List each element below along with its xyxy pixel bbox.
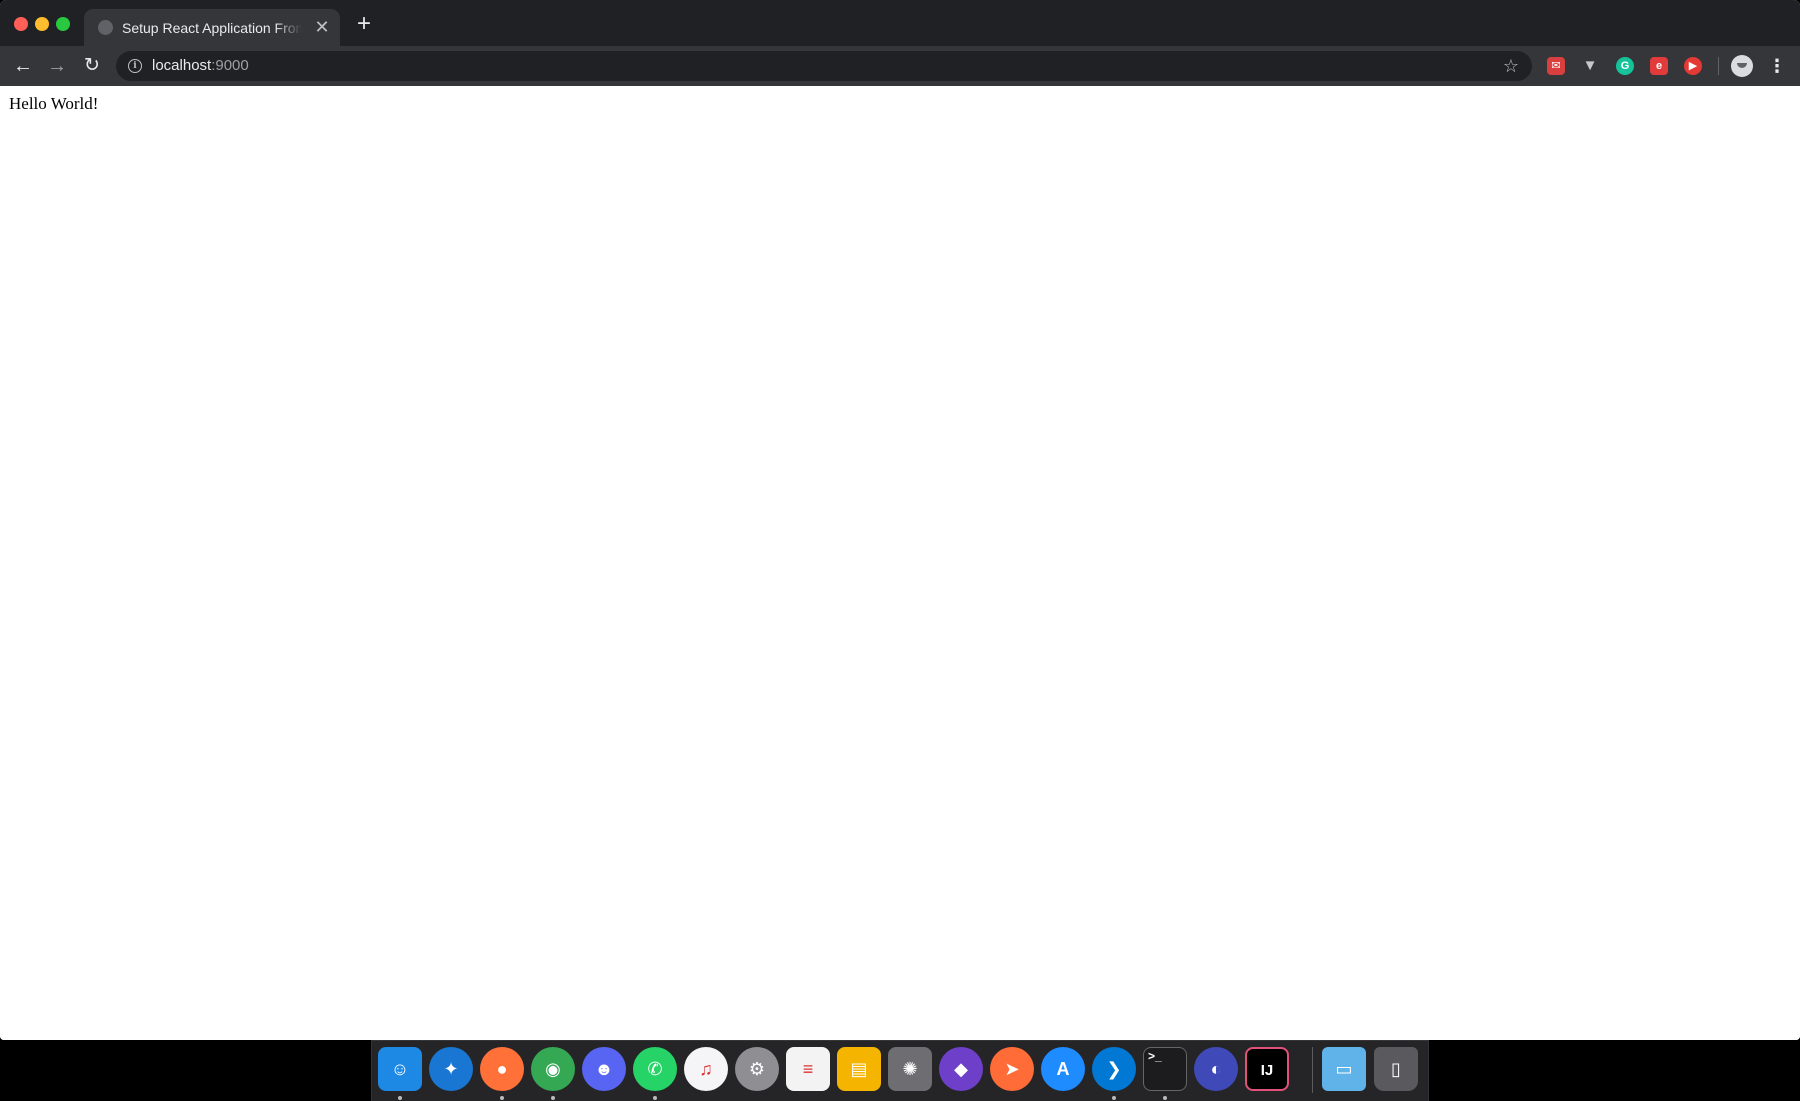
running-indicator xyxy=(551,1096,555,1100)
minimize-window-button[interactable] xyxy=(35,17,49,31)
downloads-folder-icon[interactable]: ▭ xyxy=(1322,1047,1366,1091)
terminal-icon[interactable]: >_ xyxy=(1143,1047,1187,1091)
postman-icon[interactable]: ➤ xyxy=(990,1047,1034,1091)
kebab-menu-icon[interactable]: ⋮ xyxy=(1768,54,1786,78)
stickies-icon[interactable]: ▤ xyxy=(837,1047,881,1091)
chrome-icon[interactable]: ◉ xyxy=(531,1047,575,1091)
dock-separator xyxy=(1312,1047,1313,1093)
running-indicator xyxy=(1112,1096,1116,1100)
intellij-icon[interactable]: IJ xyxy=(1245,1047,1289,1091)
reload-button[interactable]: ↻ xyxy=(80,54,104,78)
trash-icon[interactable]: ▯ xyxy=(1374,1047,1418,1091)
running-indicator xyxy=(398,1096,402,1100)
night-app-icon[interactable]: ◐ xyxy=(1194,1047,1238,1091)
tab-strip: Setup React Application From Scratch ✕ + xyxy=(0,0,1800,46)
toolbar-divider xyxy=(1718,57,1719,75)
new-tab-button[interactable]: + xyxy=(352,12,376,37)
globe-icon xyxy=(98,20,113,35)
close-icon[interactable]: ✕ xyxy=(312,17,332,37)
hello-world-text: Hello World! xyxy=(9,94,99,113)
running-indicator xyxy=(653,1096,657,1100)
textedit-icon[interactable]: ≡ xyxy=(786,1047,830,1091)
forward-button[interactable]: → xyxy=(45,54,69,78)
browser-toolbar: ← → ↻ i localhost:9000 ☆ ✉ ▼ G e ▶ ⋮ xyxy=(0,46,1800,86)
page-viewport: Hello World! xyxy=(0,86,1800,1040)
profile-avatar[interactable] xyxy=(1731,55,1753,77)
url-port: :9000 xyxy=(211,57,249,74)
app-store-icon[interactable]: A xyxy=(1041,1047,1085,1091)
desktop: Setup React Application From Scratch ✕ +… xyxy=(0,0,1800,1101)
url-text[interactable]: localhost:9000 xyxy=(152,57,249,75)
active-tab[interactable]: Setup React Application From Scratch ✕ xyxy=(84,9,340,46)
running-indicator xyxy=(500,1096,504,1100)
back-button[interactable]: ← xyxy=(11,54,35,78)
vue-devtools-icon[interactable]: ▼ xyxy=(1581,57,1599,75)
discord-icon[interactable]: ☻ xyxy=(582,1047,626,1091)
extension-red-icon[interactable]: ✉ xyxy=(1547,57,1565,75)
itunes-icon[interactable]: ♫ xyxy=(684,1047,728,1091)
info-icon[interactable]: i xyxy=(128,59,142,73)
extension-e-icon[interactable]: e xyxy=(1650,57,1668,75)
firefox-icon[interactable]: ● xyxy=(480,1047,524,1091)
close-window-button[interactable] xyxy=(14,17,28,31)
tab-title: Setup React Application From Scratch xyxy=(122,20,302,36)
running-indicator xyxy=(1163,1096,1167,1100)
dock: ☺ ✦ ● ◉ ☻ ✆ ♫ ⚙ ≡ ▤ ✺ ◆ ➤ A ❯ >_ ◐ IJ ▭ ▯ xyxy=(371,1040,1429,1101)
grammarly-icon[interactable]: G xyxy=(1616,57,1634,75)
safari-icon[interactable]: ✦ xyxy=(429,1047,473,1091)
address-bar[interactable]: i localhost:9000 ☆ xyxy=(116,51,1532,81)
url-host: localhost xyxy=(152,57,212,74)
finder-icon[interactable]: ☺ xyxy=(378,1047,422,1091)
app-gear-icon[interactable]: ✺ xyxy=(888,1047,932,1091)
browser-window: Setup React Application From Scratch ✕ +… xyxy=(0,0,1800,1040)
youtube-icon[interactable]: ▶ xyxy=(1684,57,1702,75)
maximize-window-button[interactable] xyxy=(56,17,70,31)
whatsapp-icon[interactable]: ✆ xyxy=(633,1047,677,1091)
bookmark-star-icon[interactable]: ☆ xyxy=(1500,55,1522,77)
vscode-icon[interactable]: ❯ xyxy=(1092,1047,1136,1091)
system-preferences-icon[interactable]: ⚙ xyxy=(735,1047,779,1091)
github-desktop-icon[interactable]: ◆ xyxy=(939,1047,983,1091)
